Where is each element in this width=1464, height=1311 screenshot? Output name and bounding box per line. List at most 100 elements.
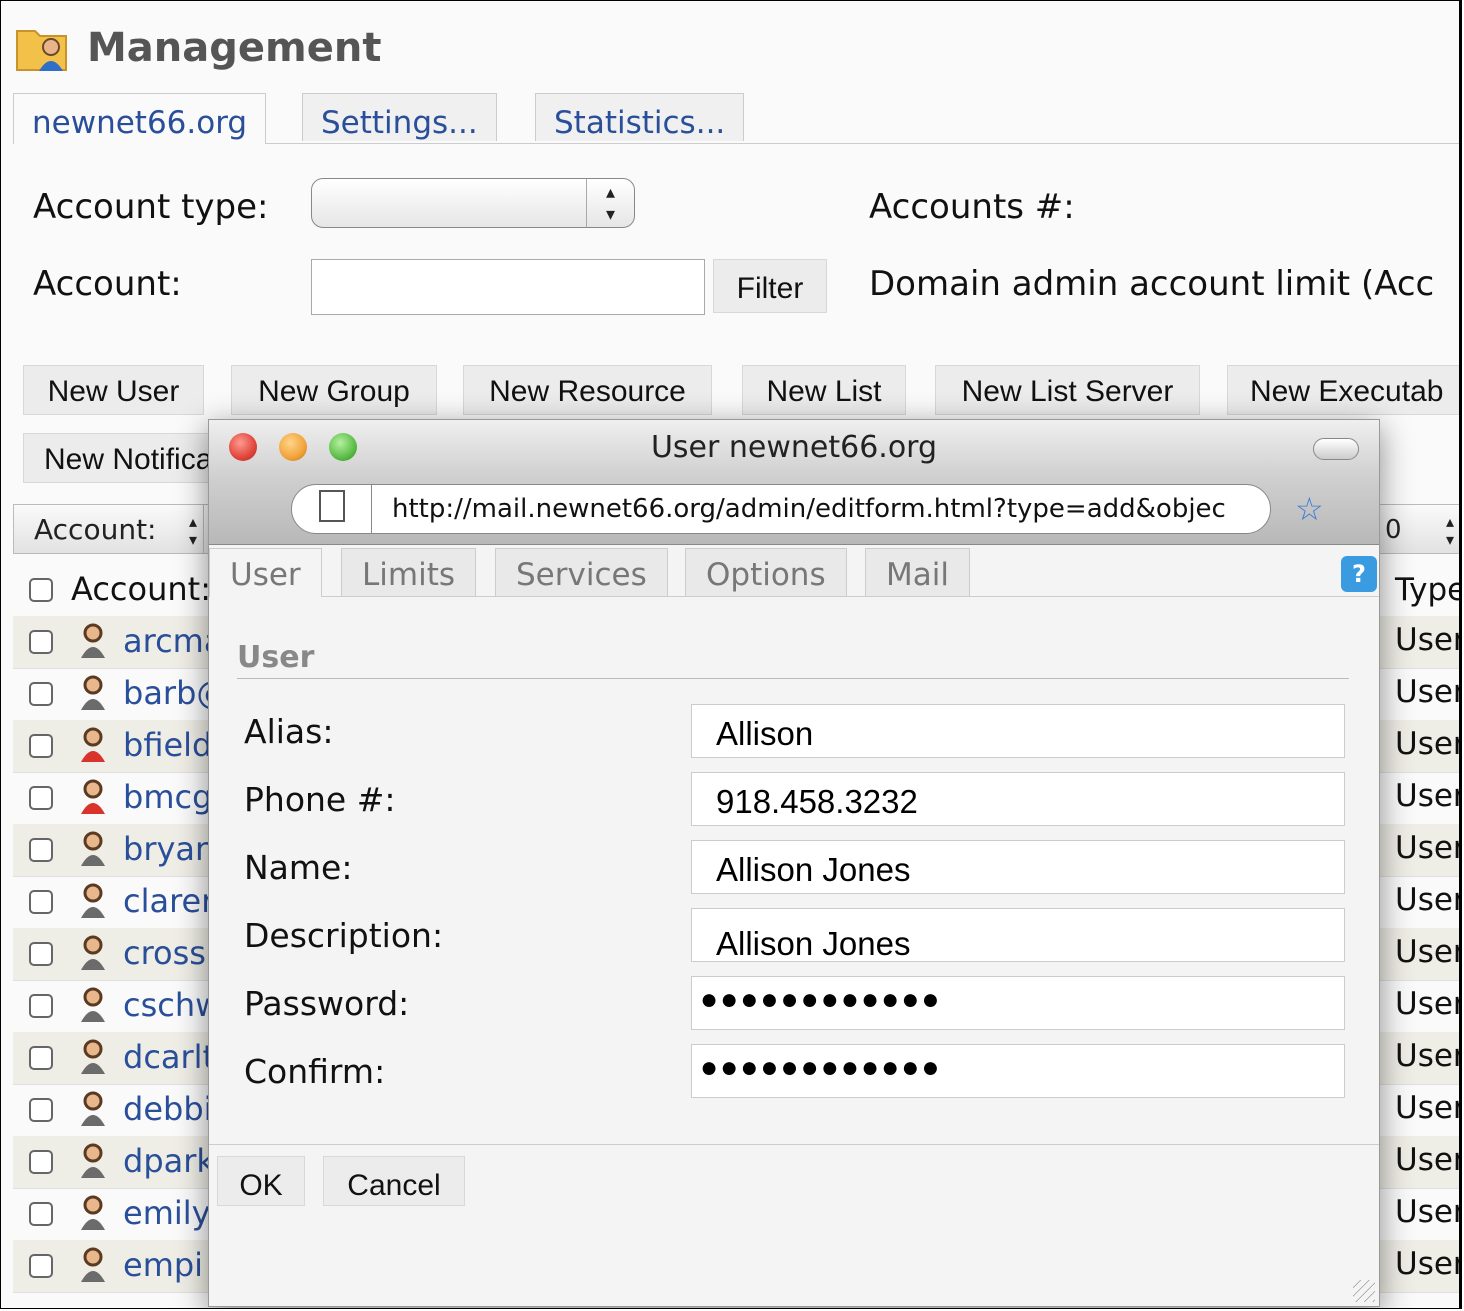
tab-services[interactable]: Services xyxy=(495,548,668,596)
sort-select[interactable]: Account: ▴ ▾ xyxy=(14,505,204,553)
user-icon xyxy=(79,934,107,972)
new-user-button[interactable]: New User xyxy=(23,365,204,415)
name-label: Name: xyxy=(244,848,353,887)
account-name[interactable]: debbi xyxy=(123,1090,213,1128)
user-icon xyxy=(79,622,107,660)
account-name[interactable]: dpark xyxy=(123,1142,215,1180)
phone-field[interactable]: 918.458.3232 xyxy=(691,772,1345,826)
row-checkbox[interactable] xyxy=(29,890,53,914)
new-notification-button[interactable]: New Notifica xyxy=(23,433,223,483)
account-name[interactable]: cross xyxy=(123,934,206,972)
select-arrows-icon: ▴ ▾ xyxy=(1445,512,1454,549)
bookmark-star-icon[interactable]: ☆ xyxy=(1295,490,1324,528)
admin-user-icon xyxy=(79,726,107,764)
user-icon xyxy=(79,1090,107,1128)
resize-handle-icon[interactable] xyxy=(1353,1280,1375,1302)
tab-settings[interactable]: Settings... xyxy=(302,93,497,141)
tab-limits[interactable]: Limits xyxy=(341,548,476,596)
popup-titlebar[interactable]: User newnet66.org xyxy=(209,420,1379,478)
footer-divider xyxy=(209,1144,1379,1145)
row-checkbox[interactable] xyxy=(29,942,53,966)
page-size-select[interactable]: 0 ▴ ▾ xyxy=(1378,505,1459,553)
column-type[interactable]: Type xyxy=(1395,572,1459,608)
select-all-checkbox[interactable] xyxy=(29,578,53,602)
tab-mail[interactable]: Mail xyxy=(865,548,970,596)
password-field[interactable]: ●●●●●●●●●●●● xyxy=(691,976,1345,1030)
account-type: User xyxy=(1395,1246,1462,1282)
new-list-button[interactable]: New List xyxy=(742,365,906,415)
user-icon xyxy=(79,1246,107,1284)
password-label: Password: xyxy=(244,984,410,1023)
account-name[interactable]: emily xyxy=(123,1194,211,1232)
description-label: Description: xyxy=(244,916,444,955)
row-checkbox[interactable] xyxy=(29,630,53,654)
account-type: User xyxy=(1395,726,1462,762)
section-title: User xyxy=(237,640,315,675)
main-tabs: newnet66.org Settings... Statistics... xyxy=(13,93,1459,144)
page-icon xyxy=(319,490,345,522)
name-field[interactable]: Allison Jones xyxy=(691,840,1345,894)
account-type: User xyxy=(1395,674,1462,710)
new-group-button[interactable]: New Group xyxy=(231,365,437,415)
row-checkbox[interactable] xyxy=(29,838,53,862)
account-type-label: Account type: xyxy=(33,187,269,227)
account-name[interactable]: bmcg xyxy=(123,778,212,816)
select-arrows-icon: ▴ ▾ xyxy=(586,179,634,227)
cancel-button[interactable]: Cancel xyxy=(323,1156,465,1206)
account-name[interactable]: empi xyxy=(123,1246,203,1284)
alias-field[interactable]: Allison xyxy=(691,704,1345,758)
tab-user[interactable]: User xyxy=(209,548,322,597)
account-name[interactable]: cschw xyxy=(123,986,221,1024)
description-field[interactable]: Allison Jones xyxy=(691,908,1345,962)
account-label: Account: xyxy=(33,264,182,304)
account-filter-input[interactable] xyxy=(311,259,705,315)
tab-statistics[interactable]: Statistics... xyxy=(535,93,745,141)
row-checkbox[interactable] xyxy=(29,1098,53,1122)
account-type: User xyxy=(1395,1194,1462,1230)
account-type: User xyxy=(1395,622,1462,658)
phone-label: Phone #: xyxy=(244,780,396,819)
account-name[interactable]: dcarlt xyxy=(123,1038,215,1076)
confirm-label: Confirm: xyxy=(244,1052,386,1091)
alias-label: Alias: xyxy=(244,712,334,751)
row-checkbox[interactable] xyxy=(29,1046,53,1070)
ok-button[interactable]: OK xyxy=(217,1156,305,1206)
filter-button[interactable]: Filter xyxy=(713,259,827,313)
tab-domain[interactable]: newnet66.org xyxy=(13,93,267,144)
account-name[interactable]: bfield xyxy=(123,726,212,764)
account-type: User xyxy=(1395,1090,1462,1126)
address-bar: http://mail.newnet66.org/admin/editform.… xyxy=(209,478,1379,545)
user-icon xyxy=(79,1038,107,1076)
account-type: User xyxy=(1395,1142,1462,1178)
user-icon xyxy=(79,830,107,868)
account-type: User xyxy=(1395,882,1462,918)
tab-options[interactable]: Options xyxy=(685,548,847,596)
account-name[interactable]: clarer xyxy=(123,882,214,920)
new-resource-button[interactable]: New Resource xyxy=(463,365,712,415)
account-type: User xyxy=(1395,830,1462,866)
account-type: User xyxy=(1395,934,1462,970)
row-checkbox[interactable] xyxy=(29,786,53,810)
row-checkbox[interactable] xyxy=(29,682,53,706)
row-checkbox[interactable] xyxy=(29,1202,53,1226)
management-window: Management newnet66.org Settings... Stat… xyxy=(0,0,1462,1309)
toolbar-toggle-icon[interactable] xyxy=(1313,438,1359,460)
account-name[interactable]: bryan xyxy=(123,830,215,868)
row-checkbox[interactable] xyxy=(29,734,53,758)
help-icon[interactable]: ? xyxy=(1341,556,1377,592)
confirm-password-field[interactable]: ●●●●●●●●●●●● xyxy=(691,1044,1345,1098)
accounts-count-label: Accounts #: xyxy=(869,187,1075,227)
row-checkbox[interactable] xyxy=(29,1150,53,1174)
title-bar: Management xyxy=(11,15,381,81)
account-type-select[interactable]: ▴ ▾ xyxy=(311,178,635,228)
user-popup-window: User newnet66.org http://mail.newnet66.o… xyxy=(208,419,1380,1307)
select-arrows-icon: ▴ ▾ xyxy=(188,512,197,549)
row-checkbox[interactable] xyxy=(29,994,53,1018)
new-list-server-button[interactable]: New List Server xyxy=(935,365,1200,415)
user-icon xyxy=(79,674,107,712)
new-executable-button[interactable]: New Executab xyxy=(1227,365,1459,415)
row-checkbox[interactable] xyxy=(29,1254,53,1278)
url-field[interactable]: http://mail.newnet66.org/admin/editform.… xyxy=(291,484,1271,534)
popup-tabs: User Limits Services Options Mail xyxy=(209,544,1379,597)
column-account[interactable]: Account: xyxy=(71,570,211,608)
